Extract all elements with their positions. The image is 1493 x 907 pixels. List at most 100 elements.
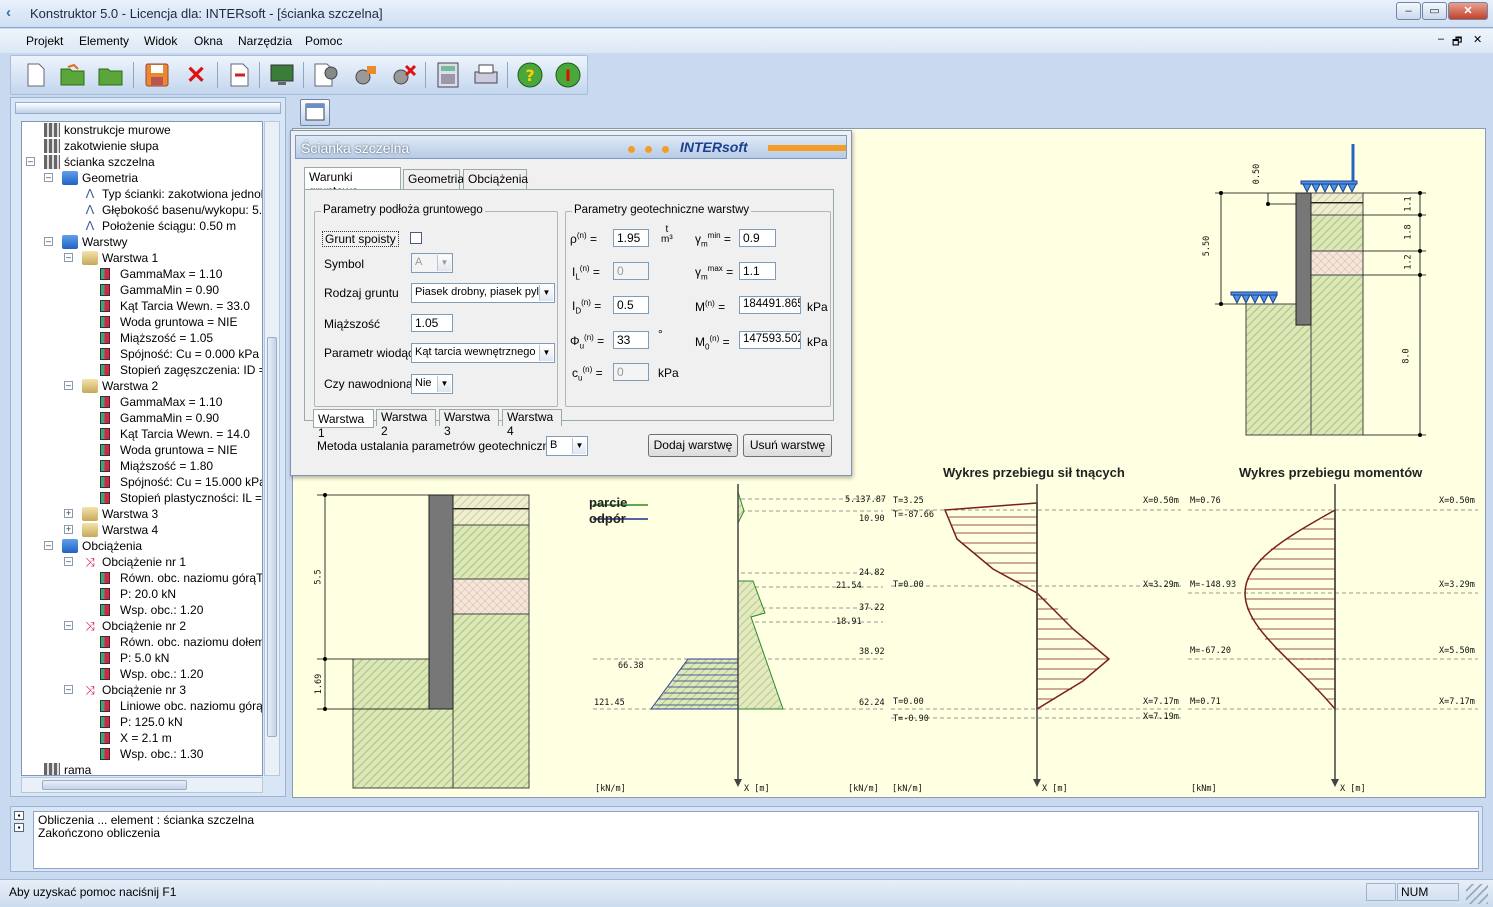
close-icon[interactable]: ▪ xyxy=(14,823,24,832)
gamma-max-input[interactable]: 1.1 xyxy=(739,262,776,280)
expand-icon[interactable]: + xyxy=(64,509,73,518)
collapse-icon[interactable]: – xyxy=(26,157,35,166)
tree-item[interactable]: zakotwienie słupa xyxy=(22,138,262,154)
tree-item[interactable]: Równ. obc. naziomu górąTyp: F xyxy=(22,570,262,586)
metoda-select[interactable]: B ▼ xyxy=(546,436,588,456)
phi-input[interactable]: 33 xyxy=(613,331,649,349)
tree-item[interactable]: Λ Typ ścianki: zakotwiona jednokrotnie xyxy=(22,186,262,202)
tree-item[interactable]: Liniowe obc. naziomu górąTyp: xyxy=(22,698,262,714)
tree-item[interactable]: Spójność: Cu = 0.000 kPa xyxy=(22,346,262,362)
layer-tab-4[interactable]: Warstwa 4 xyxy=(502,409,562,438)
rodzaj-gruntu-select[interactable]: Piasek drobny, piasek pyla ▼ xyxy=(411,283,555,303)
tree-item[interactable]: Miąższość = 1.05 xyxy=(22,330,262,346)
gamma-min-input[interactable]: 0.9 xyxy=(739,229,776,247)
tree-item[interactable]: GammaMax = 1.10 xyxy=(22,266,262,282)
tree-item[interactable]: rama xyxy=(22,762,262,775)
tree-item[interactable]: P: 20.0 kN xyxy=(22,586,262,602)
collapse-icon[interactable]: – xyxy=(64,621,73,630)
tree-item[interactable]: Wsp. obc.: 1.20 xyxy=(22,666,262,682)
tree-item[interactable]: Stopień zagęszczenia: ID = 0.50 xyxy=(22,362,262,378)
remove-tool-icon[interactable] xyxy=(389,61,419,89)
tree-item[interactable]: GammaMin = 0.90 xyxy=(22,410,262,426)
tree-item[interactable]: – Geometria xyxy=(22,170,262,186)
open-folder-icon[interactable] xyxy=(59,61,89,89)
layer-tab-3[interactable]: Warstwa 3 xyxy=(439,409,499,438)
help-icon[interactable]: ? xyxy=(515,61,545,89)
tree-item[interactable]: GammaMax = 1.10 xyxy=(22,394,262,410)
collapse-icon[interactable]: – xyxy=(64,557,73,566)
grunt-spoisty-checkbox[interactable] xyxy=(410,232,422,244)
app-icon[interactable]: ‹ xyxy=(6,5,22,21)
tab-obciazenia[interactable]: Obciążenia xyxy=(463,169,528,189)
rho-input[interactable]: 1.95 xyxy=(613,229,649,247)
tree-item[interactable]: Wsp. obc.: 1.20 xyxy=(22,602,262,618)
m0-input[interactable]: 147593.502 xyxy=(739,331,801,349)
tree-item[interactable]: P: 125.0 kN xyxy=(22,714,262,730)
tree-item[interactable]: P: 5.0 kN xyxy=(22,650,262,666)
menu-elementy[interactable]: Elementy xyxy=(79,34,129,48)
export-icon[interactable] xyxy=(225,61,255,89)
window-list-button[interactable] xyxy=(300,99,330,126)
tree-item[interactable]: Woda gruntowa = NIE xyxy=(22,314,262,330)
tree-item[interactable]: – Warstwa 2 xyxy=(22,378,262,394)
tree-vertical-scrollbar[interactable] xyxy=(264,121,280,776)
tree-item[interactable]: Λ Głębokość basenu/wykopu: 5.50 m xyxy=(22,202,262,218)
expand-icon[interactable]: + xyxy=(64,525,73,534)
menu-okna[interactable]: Okna xyxy=(194,34,223,48)
m-input[interactable]: 184491.865 xyxy=(739,296,801,314)
settings-gear-icon[interactable] xyxy=(311,61,341,89)
tree-item[interactable]: + Warstwa 4 xyxy=(22,522,262,538)
save-icon[interactable] xyxy=(142,61,172,89)
tree-item[interactable]: X = 2.1 m xyxy=(22,730,262,746)
collapse-icon[interactable]: – xyxy=(44,237,53,246)
info-icon[interactable]: I xyxy=(553,61,583,89)
tree-item[interactable]: Spójność: Cu = 15.000 kPa xyxy=(22,474,262,490)
collapse-icon[interactable]: – xyxy=(64,685,73,694)
tree-item[interactable]: – Warstwa 1 xyxy=(22,250,262,266)
tree-item[interactable]: – ⤨ Obciążenie nr 2 xyxy=(22,618,262,634)
menu-projekt[interactable]: Projekt xyxy=(26,34,63,48)
czy-nawodniona-select[interactable]: Nie ▼ xyxy=(411,374,453,394)
tree-item[interactable]: Λ Położenie ściągu: 0.50 m xyxy=(22,218,262,234)
printer-icon[interactable] xyxy=(471,61,501,89)
layer-tab-2[interactable]: Warstwa 2 xyxy=(376,409,436,438)
tools-icon[interactable] xyxy=(351,61,381,89)
menu-widok[interactable]: Widok xyxy=(144,34,177,48)
maximize-button[interactable]: ▭ xyxy=(1422,2,1447,20)
calculator-icon[interactable] xyxy=(433,61,463,89)
collapse-icon[interactable]: – xyxy=(64,381,73,390)
parametr-wiodacy-select[interactable]: Kąt tarcia wewnętrznego ▼ xyxy=(411,343,555,363)
delete-icon[interactable]: ✕ xyxy=(181,61,211,89)
tab-warunki-gruntowe[interactable]: Warunki gruntowe xyxy=(304,167,401,198)
tree-item[interactable]: Miąższość = 1.80 xyxy=(22,458,262,474)
collapse-icon[interactable]: – xyxy=(64,253,73,262)
id-input[interactable]: 0.5 xyxy=(613,296,649,314)
tree-item[interactable]: – ⤨ Obciążenie nr 1 xyxy=(22,554,262,570)
menu-pomoc[interactable]: Pomoc xyxy=(305,34,342,48)
tree-item[interactable]: – Obciążenia xyxy=(22,538,262,554)
miazszosc-input[interactable]: 1.05 xyxy=(411,314,453,332)
tree-item[interactable]: Kąt Tarcia Wewn. = 14.0 xyxy=(22,426,262,442)
tree-horizontal-scrollbar[interactable] xyxy=(21,777,263,793)
tree-item[interactable]: – ścianka szczelna xyxy=(22,154,262,170)
mdi-restore-button[interactable]: 🗗 xyxy=(1452,33,1462,52)
remove-layer-button[interactable]: Usuń warstwę xyxy=(743,434,832,457)
minimize-button[interactable]: – xyxy=(1396,2,1421,20)
tree-item[interactable]: – ⤨ Obciążenie nr 3 xyxy=(22,682,262,698)
resize-grip[interactable] xyxy=(1466,884,1488,904)
folder-icon[interactable] xyxy=(97,61,127,89)
tree-item[interactable]: Równ. obc. naziomu dołemTyp xyxy=(22,634,262,650)
add-layer-button[interactable]: Dodaj warstwę xyxy=(648,434,738,457)
monitor-icon[interactable] xyxy=(267,61,297,89)
project-tree[interactable]: konstrukcje murowe zakotwienie słupa – ścia… xyxy=(21,121,263,776)
mdi-close-button[interactable]: ✕ xyxy=(1473,33,1482,46)
tab-geometria[interactable]: Geometria xyxy=(403,169,464,189)
tree-item[interactable]: Woda gruntowa = NIE xyxy=(22,442,262,458)
tree-item[interactable]: + Warstwa 3 xyxy=(22,506,262,522)
tree-item[interactable]: Stopień plastyczności: IL = 0.25 xyxy=(22,490,262,506)
tree-item[interactable]: – Warstwy xyxy=(22,234,262,250)
layer-tab-1[interactable]: Warstwa 1 xyxy=(313,409,374,440)
tree-item[interactable]: konstrukcje murowe xyxy=(22,122,262,138)
tree-item[interactable]: GammaMin = 0.90 xyxy=(22,282,262,298)
collapse-icon[interactable]: – xyxy=(44,541,53,550)
